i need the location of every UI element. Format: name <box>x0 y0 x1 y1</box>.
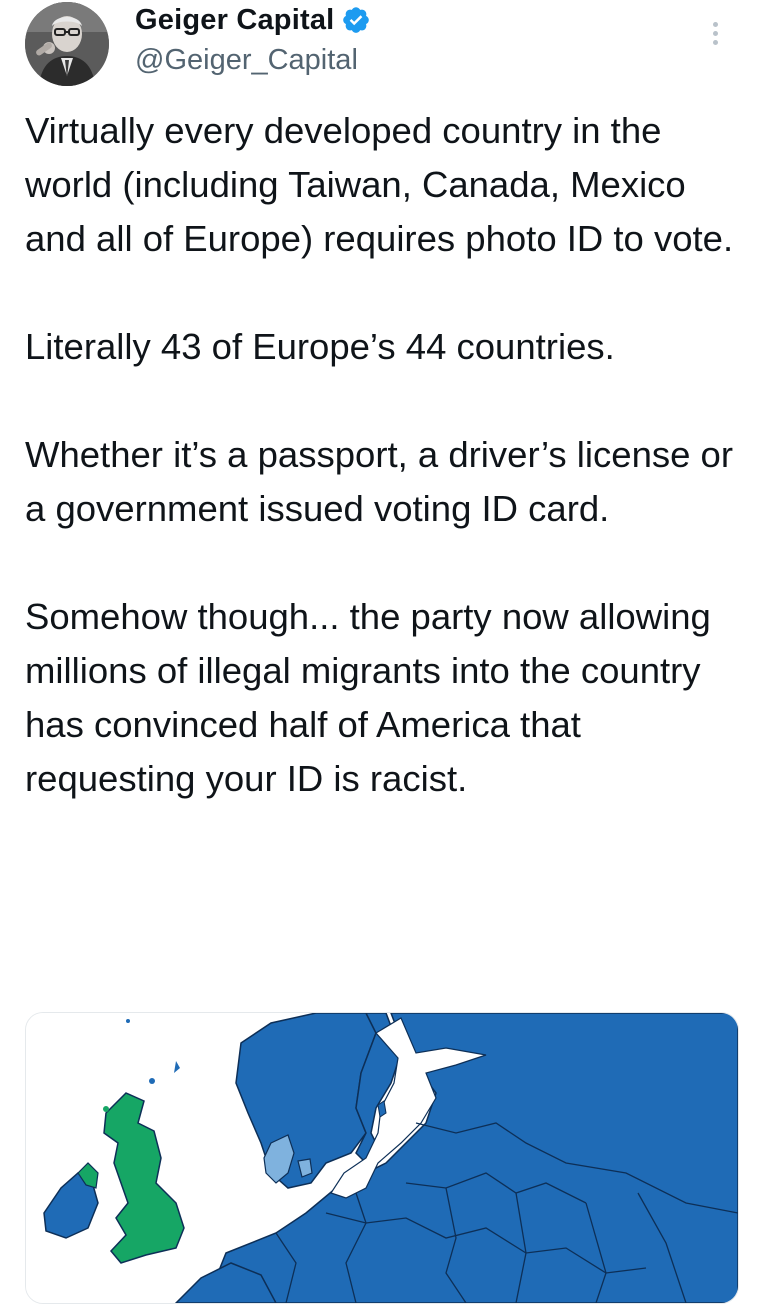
tweet-text: Virtually every developed country in the… <box>25 104 737 806</box>
author-names: Geiger Capital @Geiger_Capital <box>135 2 371 77</box>
verified-badge-icon <box>343 7 370 33</box>
tweet-media[interactable] <box>25 1012 739 1304</box>
tweet: Geiger Capital @Geiger_Capital Virtually… <box>0 0 762 1304</box>
tweet-paragraph-1: Virtually every developed country in the… <box>25 110 734 259</box>
tweet-paragraph-3: Whether it’s a passport, a driver’s lice… <box>25 434 744 529</box>
more-options-icon[interactable] <box>705 18 725 58</box>
display-name[interactable]: Geiger Capital <box>135 4 334 37</box>
display-name-row: Geiger Capital <box>135 2 371 38</box>
tweet-paragraph-2: Literally 43 of Europe’s 44 countries. <box>25 326 615 367</box>
profile-photo <box>25 2 109 86</box>
avatar[interactable] <box>25 2 109 86</box>
tweet-paragraph-4: Somehow though... the party now allowing… <box>25 596 721 799</box>
author-handle[interactable]: @Geiger_Capital <box>135 44 371 77</box>
tweet-header: Geiger Capital @Geiger_Capital <box>25 2 737 92</box>
europe-map-image <box>26 1013 738 1303</box>
